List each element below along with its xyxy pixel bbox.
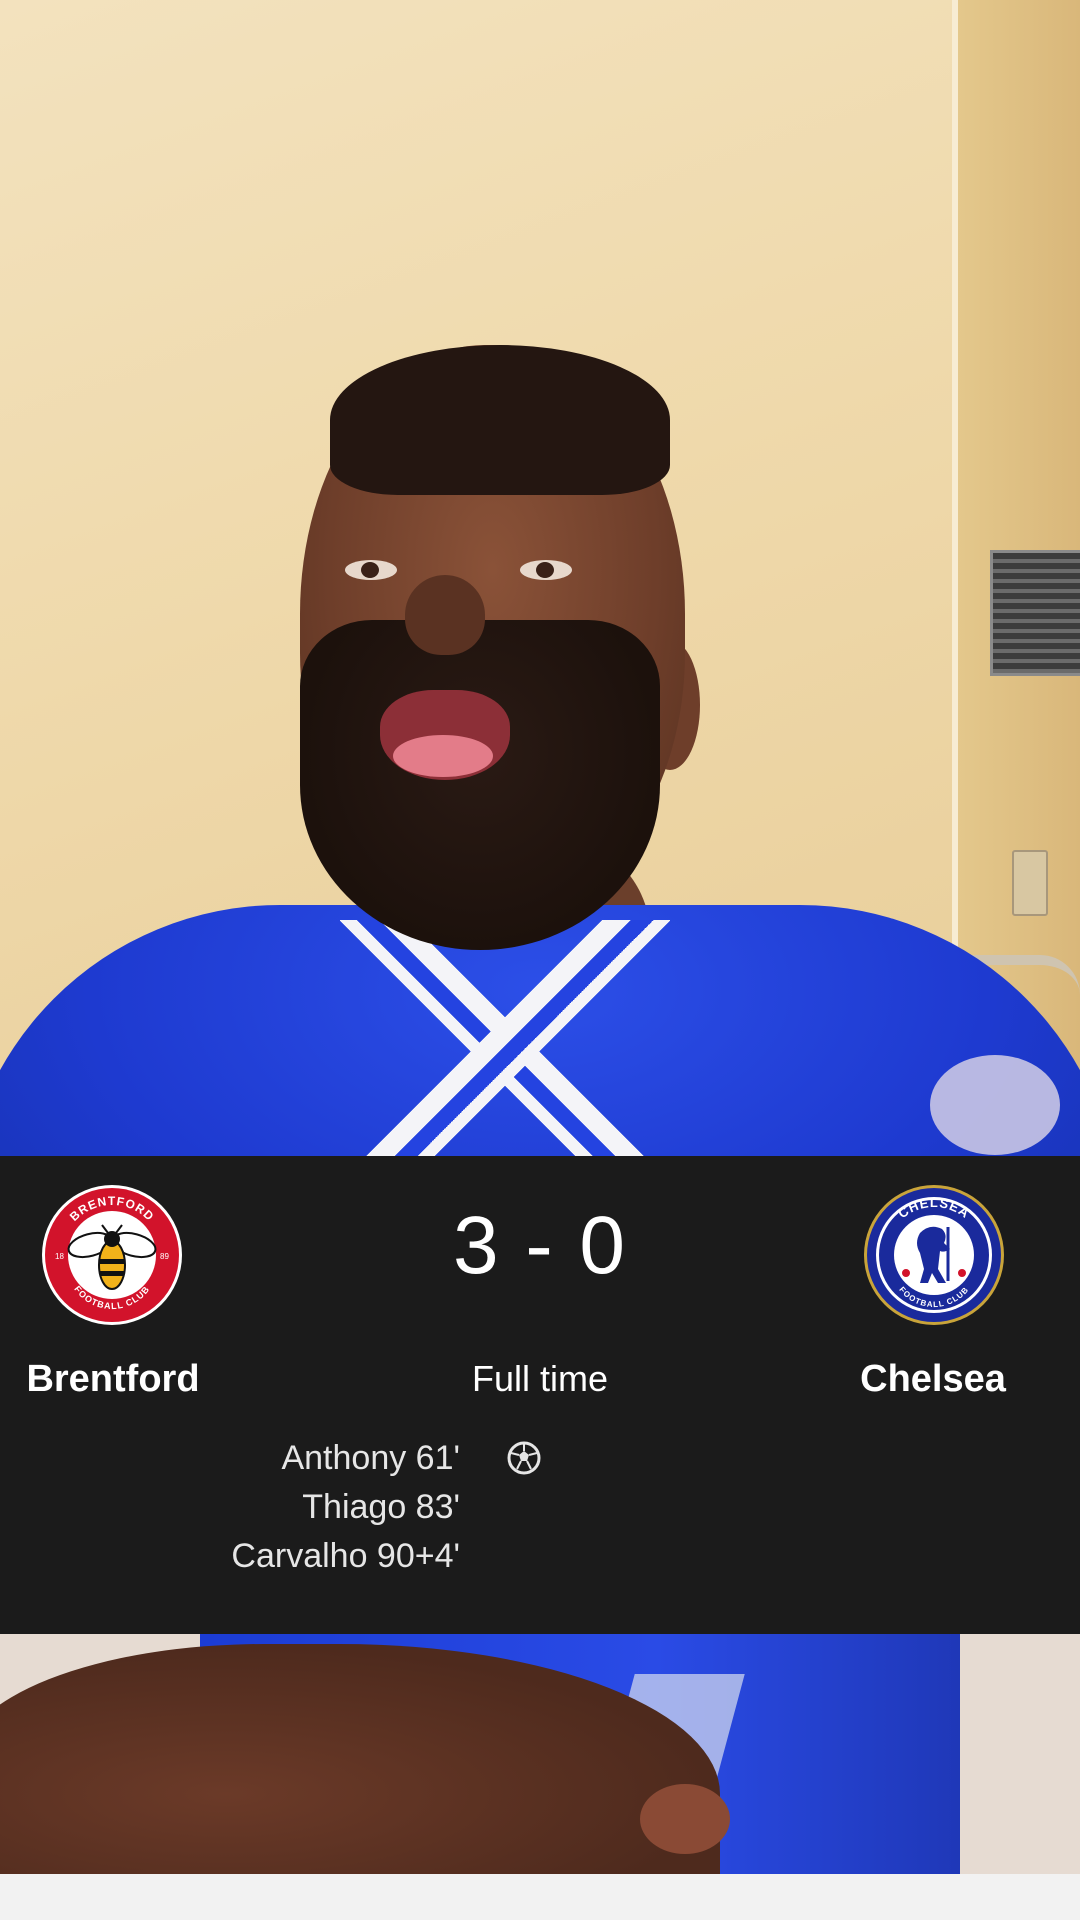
person-nose bbox=[405, 575, 485, 655]
goal-scorer: Anthony 61' bbox=[281, 1439, 460, 1477]
table-edge bbox=[0, 1874, 1080, 1920]
camera-photo-bottom bbox=[0, 1634, 1080, 1920]
brentford-crest-year-right: 89 bbox=[160, 1252, 169, 1261]
person-thumb bbox=[640, 1784, 730, 1854]
brentford-crest-year-left: 18 bbox=[55, 1252, 64, 1261]
match-status: Full time bbox=[471, 1358, 609, 1399]
wall-vent bbox=[990, 550, 1080, 676]
goal-scorer: Thiago 83' bbox=[302, 1488, 460, 1526]
wall-switch bbox=[1012, 850, 1048, 916]
home-team-name: Brentford bbox=[26, 1358, 200, 1400]
person-hair bbox=[330, 345, 670, 495]
home-goal-scorers: Anthony 61' Thiago 83' Carvalho 90+4' bbox=[120, 1434, 460, 1581]
soccer-ball-icon bbox=[507, 1441, 541, 1475]
person-eye-left bbox=[345, 560, 397, 580]
chelsea-crest-icon: CHELSEA FOOTBALL CLUB bbox=[864, 1185, 1004, 1325]
camera-photo-top bbox=[0, 0, 1080, 1156]
away-team-name: Chelsea bbox=[860, 1358, 1006, 1400]
jersey-collar bbox=[340, 920, 670, 1156]
sleeve-badge bbox=[930, 1055, 1060, 1155]
goal-scorer: Carvalho 90+4' bbox=[231, 1537, 460, 1575]
match-score: 3 - 0 bbox=[452, 1200, 628, 1291]
person-beard bbox=[300, 620, 660, 950]
match-score-card: BRENTFORD FOOTBALL CLUB 18 89 3 - 0 CHEL… bbox=[0, 1156, 1080, 1634]
brentford-crest-icon: BRENTFORD FOOTBALL CLUB 18 89 bbox=[42, 1185, 182, 1325]
person-eye-right bbox=[520, 560, 572, 580]
wall-edge bbox=[952, 0, 958, 1000]
person-tongue bbox=[393, 735, 493, 777]
